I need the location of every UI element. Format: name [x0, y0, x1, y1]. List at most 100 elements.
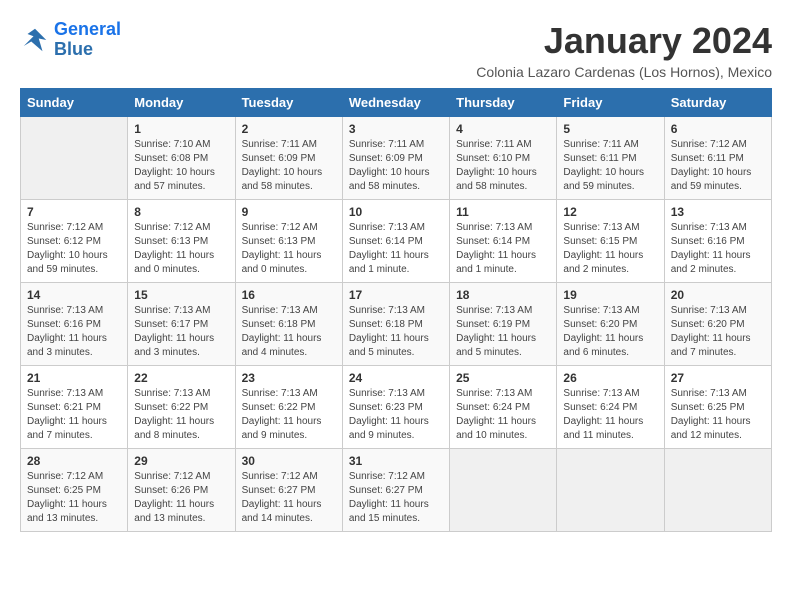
- day-number: 23: [242, 371, 336, 385]
- day-cell: [664, 449, 771, 532]
- logo: General Blue: [20, 20, 121, 60]
- day-cell: 30 Sunrise: 7:12 AM Sunset: 6:27 PM Dayli…: [235, 449, 342, 532]
- week-row-2: 7 Sunrise: 7:12 AM Sunset: 6:12 PM Daylig…: [21, 200, 772, 283]
- day-info: Sunrise: 7:11 AM Sunset: 6:10 PM Dayligh…: [456, 138, 550, 194]
- day-number: 22: [134, 371, 228, 385]
- calendar-table: SundayMondayTuesdayWednesdayThursdayFrid…: [20, 88, 772, 532]
- day-info: Sunrise: 7:13 AM Sunset: 6:21 PM Dayligh…: [27, 387, 121, 443]
- day-info: Sunrise: 7:13 AM Sunset: 6:20 PM Dayligh…: [671, 304, 765, 360]
- week-row-4: 21 Sunrise: 7:13 AM Sunset: 6:21 PM Dayli…: [21, 366, 772, 449]
- logo-icon: [20, 25, 50, 55]
- day-cell: 25Sunrise: 7:13 AM Sunset: 6:24 PM Dayli…: [450, 366, 557, 449]
- day-cell: 27 Sunrise: 7:13 AM Sunset: 6:25 PM Dayli…: [664, 366, 771, 449]
- day-cell: [21, 117, 128, 200]
- day-number: 31: [349, 454, 443, 468]
- header: General Blue January 2024 Colonia Lazaro…: [20, 20, 772, 80]
- day-info: Sunrise: 7:13 AM Sunset: 6:22 PM Dayligh…: [242, 387, 336, 443]
- week-row-5: 28Sunrise: 7:12 AM Sunset: 6:25 PM Dayli…: [21, 449, 772, 532]
- day-number: 17: [349, 288, 443, 302]
- day-number: 26: [563, 371, 657, 385]
- day-number: 18: [456, 288, 550, 302]
- day-number: 19: [563, 288, 657, 302]
- day-info: Sunrise: 7:12 AM Sunset: 6:27 PM Dayligh…: [242, 470, 336, 526]
- day-info: Sunrise: 7:13 AM Sunset: 6:14 PM Dayligh…: [349, 221, 443, 277]
- header-cell-thursday: Thursday: [450, 89, 557, 117]
- logo-text: General Blue: [54, 20, 121, 60]
- day-info: Sunrise: 7:13 AM Sunset: 6:15 PM Dayligh…: [563, 221, 657, 277]
- day-number: 10: [349, 205, 443, 219]
- logo-line1: General: [54, 19, 121, 39]
- day-cell: [557, 449, 664, 532]
- day-info: Sunrise: 7:12 AM Sunset: 6:12 PM Dayligh…: [27, 221, 121, 277]
- day-info: Sunrise: 7:12 AM Sunset: 6:25 PM Dayligh…: [27, 470, 121, 526]
- day-info: Sunrise: 7:13 AM Sunset: 6:25 PM Dayligh…: [671, 387, 765, 443]
- day-info: Sunrise: 7:13 AM Sunset: 6:16 PM Dayligh…: [671, 221, 765, 277]
- day-number: 7: [27, 205, 121, 219]
- day-number: 8: [134, 205, 228, 219]
- day-number: 14: [27, 288, 121, 302]
- day-cell: 22 Sunrise: 7:13 AM Sunset: 6:22 PM Dayli…: [128, 366, 235, 449]
- day-number: 27: [671, 371, 765, 385]
- day-number: 24: [349, 371, 443, 385]
- day-cell: 21 Sunrise: 7:13 AM Sunset: 6:21 PM Dayli…: [21, 366, 128, 449]
- page-container: General Blue January 2024 Colonia Lazaro…: [20, 20, 772, 532]
- day-info: Sunrise: 7:12 AM Sunset: 6:13 PM Dayligh…: [242, 221, 336, 277]
- day-number: 4: [456, 122, 550, 136]
- week-row-1: 1 Sunrise: 7:10 AM Sunset: 6:08 PM Daylig…: [21, 117, 772, 200]
- day-cell: 3 Sunrise: 7:11 AM Sunset: 6:09 PM Daylig…: [342, 117, 449, 200]
- day-cell: 13 Sunrise: 7:13 AM Sunset: 6:16 PM Dayli…: [664, 200, 771, 283]
- day-info: Sunrise: 7:13 AM Sunset: 6:17 PM Dayligh…: [134, 304, 228, 360]
- month-title: January 2024: [476, 20, 772, 62]
- header-cell-tuesday: Tuesday: [235, 89, 342, 117]
- day-cell: 28Sunrise: 7:12 AM Sunset: 6:25 PM Dayli…: [21, 449, 128, 532]
- day-number: 15: [134, 288, 228, 302]
- day-info: Sunrise: 7:12 AM Sunset: 6:27 PM Dayligh…: [349, 470, 443, 526]
- day-info: Sunrise: 7:12 AM Sunset: 6:26 PM Dayligh…: [134, 470, 228, 526]
- day-number: 11: [456, 205, 550, 219]
- day-cell: 16 Sunrise: 7:13 AM Sunset: 6:18 PM Dayli…: [235, 283, 342, 366]
- day-cell: 11 Sunrise: 7:13 AM Sunset: 6:14 PM Dayli…: [450, 200, 557, 283]
- day-number: 16: [242, 288, 336, 302]
- day-cell: 23 Sunrise: 7:13 AM Sunset: 6:22 PM Dayli…: [235, 366, 342, 449]
- day-cell: 2Sunrise: 7:11 AM Sunset: 6:09 PM Daylig…: [235, 117, 342, 200]
- day-number: 21: [27, 371, 121, 385]
- day-cell: 29 Sunrise: 7:12 AM Sunset: 6:26 PM Dayli…: [128, 449, 235, 532]
- day-cell: 10 Sunrise: 7:13 AM Sunset: 6:14 PM Dayli…: [342, 200, 449, 283]
- day-number: 13: [671, 205, 765, 219]
- day-info: Sunrise: 7:11 AM Sunset: 6:09 PM Dayligh…: [242, 138, 336, 194]
- day-number: 12: [563, 205, 657, 219]
- day-number: 1: [134, 122, 228, 136]
- day-number: 29: [134, 454, 228, 468]
- day-cell: 15 Sunrise: 7:13 AM Sunset: 6:17 PM Dayli…: [128, 283, 235, 366]
- day-cell: 7 Sunrise: 7:12 AM Sunset: 6:12 PM Daylig…: [21, 200, 128, 283]
- title-area: January 2024 Colonia Lazaro Cardenas (Lo…: [476, 20, 772, 80]
- day-cell: 24 Sunrise: 7:13 AM Sunset: 6:23 PM Dayli…: [342, 366, 449, 449]
- day-cell: 1 Sunrise: 7:10 AM Sunset: 6:08 PM Daylig…: [128, 117, 235, 200]
- day-cell: 14Sunrise: 7:13 AM Sunset: 6:16 PM Dayli…: [21, 283, 128, 366]
- day-info: Sunrise: 7:13 AM Sunset: 6:20 PM Dayligh…: [563, 304, 657, 360]
- day-info: Sunrise: 7:13 AM Sunset: 6:24 PM Dayligh…: [563, 387, 657, 443]
- header-cell-sunday: Sunday: [21, 89, 128, 117]
- day-cell: [450, 449, 557, 532]
- day-info: Sunrise: 7:12 AM Sunset: 6:11 PM Dayligh…: [671, 138, 765, 194]
- day-info: Sunrise: 7:13 AM Sunset: 6:23 PM Dayligh…: [349, 387, 443, 443]
- location-title: Colonia Lazaro Cardenas (Los Hornos), Me…: [476, 64, 772, 80]
- day-info: Sunrise: 7:11 AM Sunset: 6:11 PM Dayligh…: [563, 138, 657, 194]
- day-cell: 6Sunrise: 7:12 AM Sunset: 6:11 PM Daylig…: [664, 117, 771, 200]
- logo-line2: Blue: [54, 39, 93, 59]
- day-cell: 26 Sunrise: 7:13 AM Sunset: 6:24 PM Dayli…: [557, 366, 664, 449]
- day-info: Sunrise: 7:11 AM Sunset: 6:09 PM Dayligh…: [349, 138, 443, 194]
- day-number: 9: [242, 205, 336, 219]
- day-cell: 5Sunrise: 7:11 AM Sunset: 6:11 PM Daylig…: [557, 117, 664, 200]
- day-info: Sunrise: 7:12 AM Sunset: 6:13 PM Dayligh…: [134, 221, 228, 277]
- day-info: Sunrise: 7:13 AM Sunset: 6:14 PM Dayligh…: [456, 221, 550, 277]
- day-number: 3: [349, 122, 443, 136]
- day-cell: 17Sunrise: 7:13 AM Sunset: 6:18 PM Dayli…: [342, 283, 449, 366]
- day-cell: 19 Sunrise: 7:13 AM Sunset: 6:20 PM Dayli…: [557, 283, 664, 366]
- day-info: Sunrise: 7:13 AM Sunset: 6:18 PM Dayligh…: [242, 304, 336, 360]
- day-number: 30: [242, 454, 336, 468]
- day-info: Sunrise: 7:13 AM Sunset: 6:22 PM Dayligh…: [134, 387, 228, 443]
- day-info: Sunrise: 7:10 AM Sunset: 6:08 PM Dayligh…: [134, 138, 228, 194]
- day-info: Sunrise: 7:13 AM Sunset: 6:24 PM Dayligh…: [456, 387, 550, 443]
- day-cell: 31 Sunrise: 7:12 AM Sunset: 6:27 PM Dayli…: [342, 449, 449, 532]
